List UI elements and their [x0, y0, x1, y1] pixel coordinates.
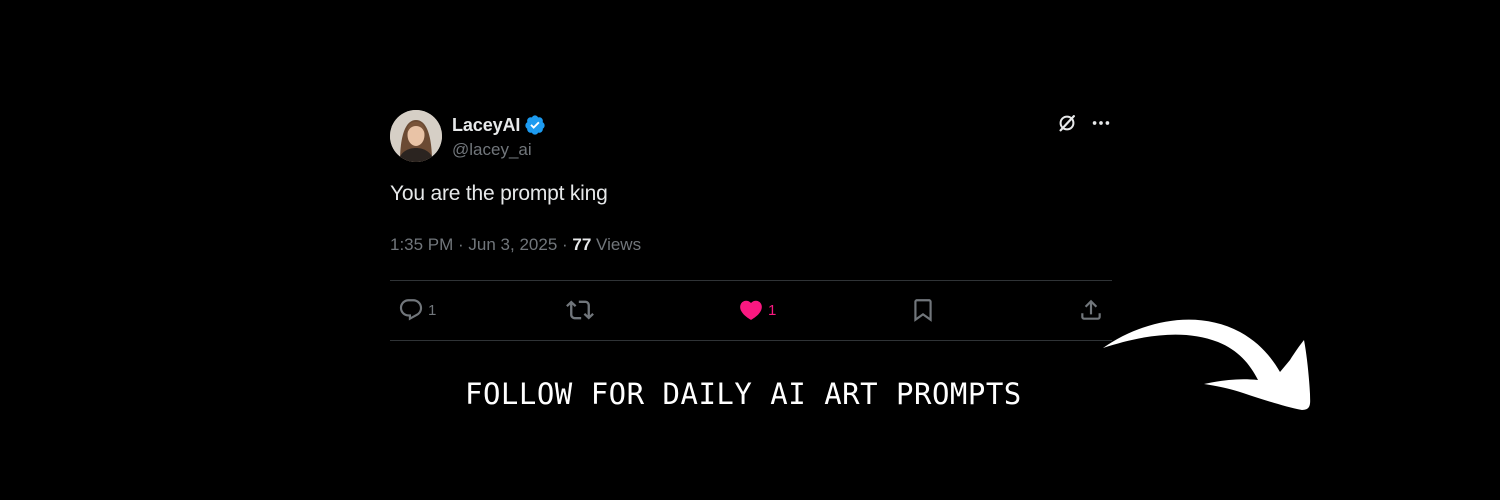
like-count: 1	[768, 301, 777, 319]
more-icon[interactable]	[1090, 112, 1112, 134]
action-bar: 1 1	[390, 296, 1102, 324]
verified-badge-icon	[525, 115, 545, 135]
views-count: 77	[572, 235, 592, 254]
bookmark-icon	[914, 299, 932, 322]
bookmark-button[interactable]	[910, 296, 936, 324]
avatar[interactable]	[390, 110, 442, 162]
header-actions	[1056, 112, 1112, 134]
like-button[interactable]: 1	[738, 296, 776, 324]
reply-icon	[399, 299, 423, 321]
tweet-date[interactable]: Jun 3, 2025	[468, 235, 557, 254]
reply-count: 1	[428, 301, 437, 319]
tweet-card: LaceyAI @lacey_ai You are the prompt kin…	[390, 110, 1112, 341]
divider-bottom	[390, 340, 1112, 341]
tweet-time[interactable]: 1:35 PM	[390, 235, 453, 254]
name-row: LaceyAI	[452, 114, 546, 136]
tweet-meta: 1:35 PM · Jun 3, 2025 · 77 Views	[390, 235, 641, 255]
grok-icon[interactable]	[1056, 112, 1078, 134]
divider-top	[390, 280, 1112, 281]
heart-icon	[740, 300, 762, 320]
views-label: Views	[596, 235, 642, 254]
handle[interactable]: @lacey_ai	[452, 140, 532, 160]
repost-icon	[566, 300, 594, 320]
display-name[interactable]: LaceyAI	[452, 115, 520, 136]
tweet-text: You are the prompt king	[390, 182, 608, 205]
repost-button[interactable]	[566, 296, 598, 324]
meta-separator: ·	[557, 235, 573, 254]
reply-button[interactable]: 1	[398, 296, 436, 324]
curved-arrow-icon	[1103, 319, 1311, 410]
follow-cta-text: FOLLOW FOR DAILY AI ART PROMPTS	[465, 377, 1022, 411]
avatar-image	[390, 110, 442, 162]
meta-separator: ·	[453, 235, 469, 254]
tweet-header: LaceyAI @lacey_ai	[390, 110, 1112, 162]
